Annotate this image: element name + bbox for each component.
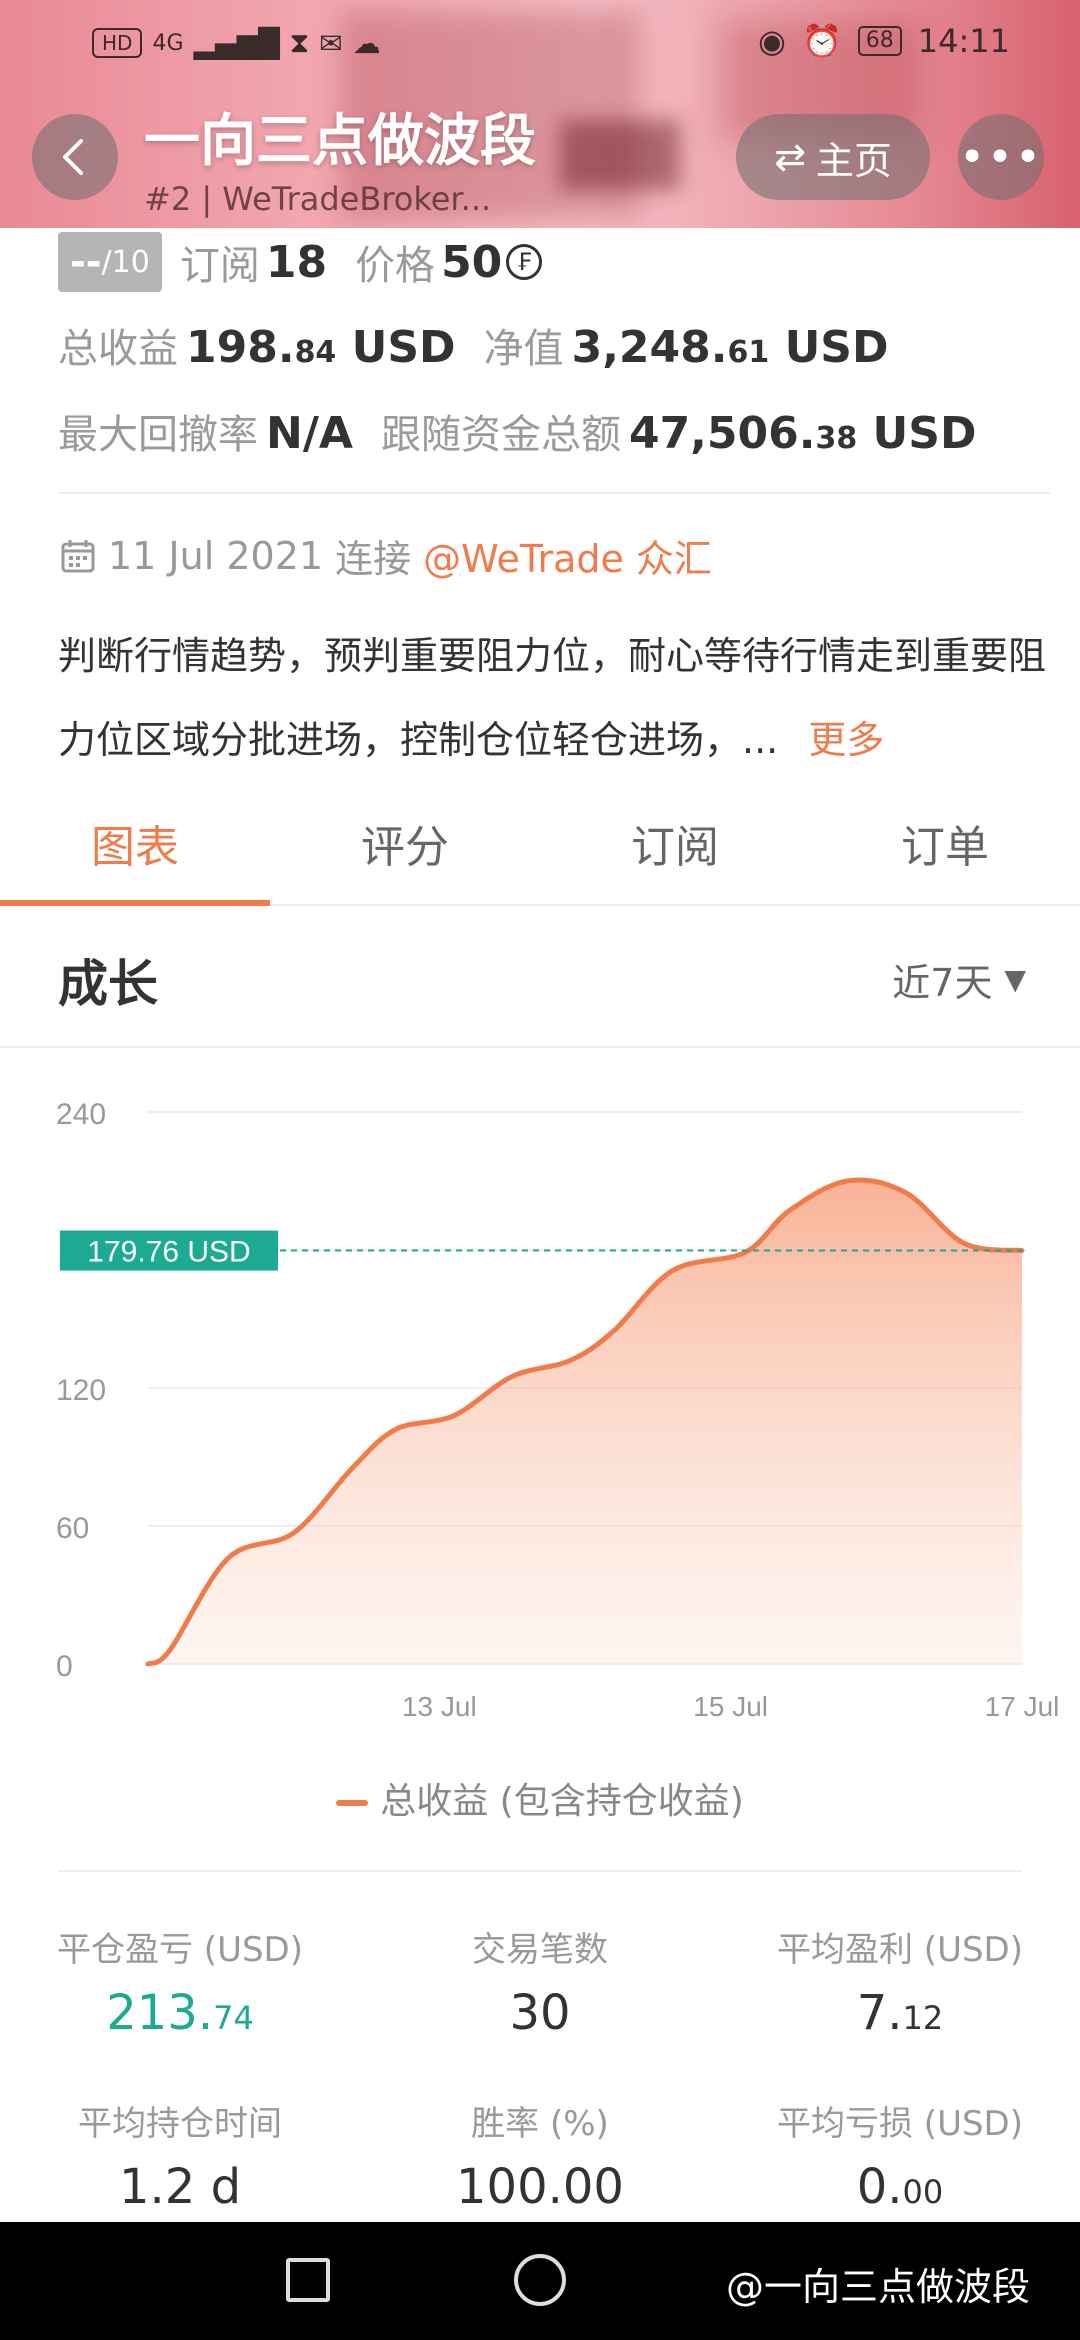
coin-icon: ₣ [506, 244, 543, 280]
swap-icon: ⇄ [774, 135, 806, 179]
legend-swatch [336, 1800, 369, 1806]
stat-value: 30 [509, 1985, 571, 2041]
x-tick-label: 17 Jul [985, 1691, 1060, 1722]
stat-label: 平仓盈亏 (USD) [57, 1930, 303, 1970]
chart-legend: 总收益 (包含持仓收益) [0, 1772, 1080, 1824]
drawdown-label: 最大回撤率 [58, 412, 258, 458]
clock-time: 14:11 [917, 22, 1010, 60]
more-link[interactable]: 更多 [808, 718, 884, 762]
total-profit-value: 198.84 USD [186, 322, 456, 373]
calendar-icon [61, 539, 95, 572]
connect-row: 11 Jul 2021 连接 @WeTrade 众汇 [60, 528, 712, 583]
stat-value: 100.00 [456, 2159, 624, 2215]
home-button-label: 主页 [815, 138, 892, 183]
growth-chart: 0 60 120 240 13 Jul 15 Jul 17 Jul 179.76 USD [56, 1098, 1060, 1722]
connect-date: 11 Jul 2021 [108, 533, 324, 578]
drawdown-value: N/A [266, 408, 353, 459]
hd-indicator: HD [92, 28, 143, 58]
tab-orders[interactable]: 订单 [810, 806, 1080, 904]
follow-funds-label: 跟随资金总额 [380, 412, 621, 458]
back-button[interactable] [32, 114, 118, 200]
stat-avg-profit: 平均盈利 (USD) 7.12 [720, 1922, 1080, 2041]
legend-label: 总收益 (包含持仓收益) [380, 1781, 744, 1822]
recents-button[interactable] [286, 2258, 330, 2302]
drawdown-row: 最大回撤率 N/A 跟随资金总额 47,506.38 USD [58, 402, 977, 460]
stat-label: 平均持仓时间 [78, 2104, 282, 2144]
page-title: 一向三点做波段 [144, 109, 536, 174]
stat-value: 7.12 [856, 1985, 944, 2041]
stat-avg-loss: 平均亏损 (USD) 0.00 [720, 2096, 1080, 2215]
net-value-value: 3,248.61 USD [571, 322, 889, 373]
total-profit-label: 总收益 [58, 326, 178, 372]
tab-subscribe[interactable]: 订阅 [540, 806, 810, 904]
header: HD 4G ▂▄▆█ ⧗ ✉ ☁ ◉ ⏰ 68 14:11 一向三点做波段 #2… [0, 0, 1080, 228]
caret-down-icon: ▼ [1004, 963, 1026, 996]
stat-label: 平均盈利 (USD) [777, 1930, 1023, 1970]
alarm-icon: ⏰ [801, 22, 842, 60]
signal-icon: ▂▄▆█ [193, 26, 280, 60]
stat-avg-hold-time: 平均持仓时间 1.2 d [0, 2096, 360, 2215]
y-tick-label: 0 [56, 1650, 73, 1683]
stat-label: 平均亏损 (USD) [777, 2104, 1023, 2144]
series-area [148, 1180, 1022, 1664]
divider [58, 492, 1050, 494]
page-subtitle: #2 | WeTradeBroker... [144, 180, 492, 218]
net-value-label: 净值 [483, 326, 564, 372]
system-nav-bar: @一向三点做波段 [0, 2222, 1080, 2340]
hourglass-icon: ⧗ [289, 26, 310, 59]
mail-icon: ✉ [319, 26, 343, 60]
home-nav-button[interactable] [514, 2254, 566, 2306]
x-tick-label: 13 Jul [402, 1691, 477, 1722]
stat-value: 0.00 [856, 2159, 944, 2215]
score-row: --/10 订阅 18 价格 50 ₣ [58, 232, 543, 292]
x-tick-label: 15 Jul [693, 1691, 768, 1722]
battery-indicator: 68 [857, 26, 902, 56]
score-badge: --/10 [58, 232, 162, 292]
strategy-description: 判断行情趋势，预判重要阻力位，耐心等待行情走到重要阻力位区域分批进场，控制仓位轻… [58, 614, 1048, 782]
period-label: 近7天 [892, 961, 993, 1005]
tab-bar: 图表 评分 订阅 订单 [0, 806, 1080, 906]
stat-closed-pnl: 平仓盈亏 (USD) 213.74 [0, 1922, 360, 2041]
divider [58, 1870, 1022, 1872]
price-label: 价格 [355, 243, 436, 289]
profit-row: 总收益 198.84 USD 净值 3,248.61 USD [58, 316, 889, 374]
stat-label: 交易笔数 [472, 1930, 608, 1970]
divider [0, 1046, 1080, 1048]
y-tick-label: 60 [56, 1512, 89, 1545]
tab-rating[interactable]: 评分 [270, 806, 540, 904]
subscribe-value: 18 [265, 236, 328, 288]
y-tick-label: 120 [56, 1374, 106, 1407]
watermark: @一向三点做波段 [726, 2265, 1031, 2309]
stat-value: 213.74 [106, 1985, 254, 2041]
stat-value: 1.2 d [118, 2159, 242, 2215]
eye-icon: ◉ [758, 22, 786, 60]
price-value: 50 [441, 236, 503, 288]
stat-win-rate: 胜率 (%) 100.00 [360, 2096, 720, 2215]
connect-label: 连接 [335, 537, 412, 581]
back-arrow-icon [63, 139, 83, 175]
subscribe-label: 订阅 [179, 243, 260, 289]
reference-label: 179.76 USD [87, 1236, 250, 1269]
follow-funds-value: 47,506.38 USD [628, 408, 977, 459]
stat-label: 胜率 (%) [471, 2104, 609, 2144]
growth-title: 成长 [58, 955, 158, 1013]
more-dots-icon: ••• [959, 131, 1043, 183]
wechat-icon: ☁ [352, 26, 381, 60]
broker-link[interactable]: @WeTrade 众汇 [423, 528, 712, 583]
tab-chart[interactable]: 图表 [0, 806, 270, 906]
period-selector[interactable]: 近7天 ▼ [892, 952, 1026, 1007]
stat-trade-count: 交易笔数 30 [360, 1922, 720, 2041]
description-text: 判断行情趋势，预判重要阻力位，耐心等待行情走到重要阻力位区域分批进场，控制仓位轻… [58, 634, 1047, 762]
y-tick-label: 240 [56, 1098, 106, 1131]
more-button[interactable]: ••• [958, 114, 1044, 200]
home-button[interactable]: ⇄ 主页 [736, 114, 930, 200]
status-bar: HD 4G ▂▄▆█ ⧗ ✉ ☁ ◉ ⏰ 68 14:11 [0, 0, 1080, 84]
network-type: 4G [152, 30, 184, 56]
